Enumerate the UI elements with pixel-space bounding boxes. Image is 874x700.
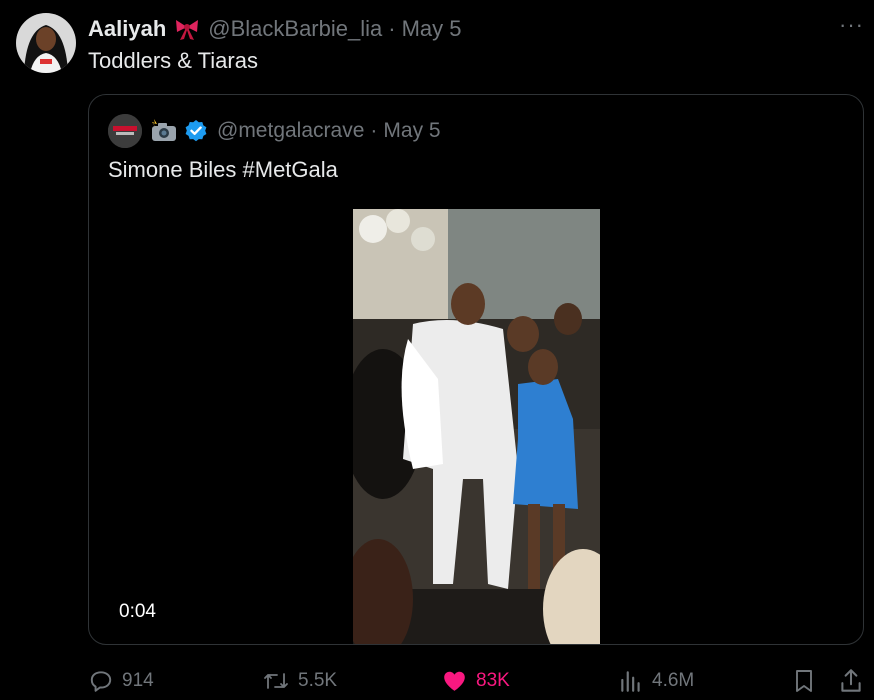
author-handle[interactable]: @BlackBarbie_lia — [208, 16, 382, 42]
action-bar: 914 5.5K 83K 4.6M — [88, 664, 874, 698]
heart-icon — [444, 671, 465, 691]
quoted-text: Simone Biles #MetGala — [108, 157, 338, 182]
quoted-handle[interactable]: @metgalacrave — [217, 119, 364, 143]
author-name[interactable]: Aaliyah — [88, 16, 166, 42]
quoted-tweet[interactable]: @metgalacrave · May 5 Simone Biles #MetG… — [88, 94, 864, 645]
view-count: 4.6M — [652, 670, 695, 691]
views-button[interactable]: 4.6M — [618, 664, 694, 698]
separator-dot: · — [388, 16, 396, 41]
tweet-header: Aaliyah @BlackBarbie_lia · May 5 — [88, 14, 854, 44]
bow-icon — [174, 17, 200, 41]
quoted-date[interactable]: May 5 — [383, 119, 440, 143]
repost-button[interactable]: 5.5K — [262, 664, 337, 698]
bookmark-icon — [796, 670, 812, 692]
repost-icon — [264, 673, 288, 689]
quoted-separator-dot: · — [370, 119, 378, 142]
tweet-text: Toddlers & Tiaras — [88, 48, 258, 73]
tweet-date[interactable]: May 5 — [402, 16, 462, 42]
reply-button[interactable]: 914 — [88, 664, 154, 698]
video-duration: 0:04 — [119, 601, 156, 622]
like-button[interactable]: 83K — [441, 664, 510, 698]
video-player[interactable] — [353, 209, 600, 644]
reply-count: 914 — [122, 670, 154, 691]
share-icon — [841, 669, 861, 692]
bookmark-button[interactable] — [792, 664, 824, 698]
quoted-avatar[interactable] — [108, 114, 142, 148]
repost-count: 5.5K — [298, 670, 338, 691]
author-avatar[interactable] — [16, 13, 76, 73]
more-options-icon[interactable]: ··· — [839, 14, 864, 36]
bar-chart-icon — [621, 671, 640, 692]
verified-badge-icon — [184, 119, 208, 143]
quoted-header: @metgalacrave · May 5 — [150, 116, 441, 146]
reply-icon — [90, 671, 112, 692]
video-frame — [353, 209, 600, 644]
like-count: 83K — [476, 670, 510, 691]
share-button[interactable] — [838, 664, 872, 698]
camera-flash-icon — [150, 119, 178, 143]
